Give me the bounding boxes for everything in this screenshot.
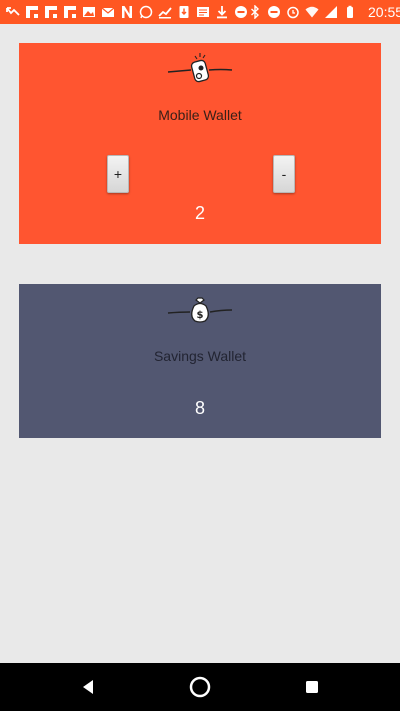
alarm-icon	[286, 5, 300, 19]
notification-icons	[6, 5, 248, 19]
do-not-disturb-icon	[267, 5, 281, 19]
savings-wallet-card: $ Savings Wallet 8	[19, 284, 381, 438]
missed-call-icon	[6, 5, 20, 19]
do-not-disturb-icon	[234, 5, 248, 19]
whatsapp-icon	[139, 5, 153, 19]
wallet-amount: 8	[194, 398, 205, 418]
home-icon[interactable]	[188, 675, 212, 699]
status-bar: 20:55	[0, 0, 400, 24]
mail-icon	[101, 5, 115, 19]
flipboard-icon	[25, 5, 39, 19]
back-icon[interactable]	[76, 675, 100, 699]
wifi-icon	[305, 5, 319, 19]
battery-icon	[343, 5, 357, 19]
clock: 20:55	[368, 4, 400, 20]
system-icons: 20:55	[248, 4, 400, 20]
increment-button[interactable]: +	[107, 155, 129, 193]
flying-wallet-icon	[19, 49, 381, 83]
wallet-title: Savings Wallet	[153, 348, 247, 364]
download-icon	[215, 5, 229, 19]
navigation-bar	[0, 663, 400, 711]
wallet-title: Mobile Wallet	[158, 107, 242, 123]
trend-icon	[158, 5, 172, 19]
decrement-button[interactable]: -	[273, 155, 295, 193]
flying-money-bag-icon: $	[19, 290, 381, 324]
photos-icon	[82, 5, 96, 19]
svg-text:$: $	[197, 310, 204, 321]
flipboard-icon	[44, 5, 58, 19]
signal-icon	[324, 5, 338, 19]
bluetooth-icon	[248, 5, 262, 19]
flipboard-icon	[63, 5, 77, 19]
sim-download-icon	[177, 5, 191, 19]
wallet-amount: 2	[194, 203, 205, 223]
news-icon	[196, 5, 210, 19]
netflix-icon	[120, 5, 134, 19]
recents-icon[interactable]	[300, 675, 324, 699]
mobile-wallet-card: Mobile Wallet + - 2	[19, 43, 381, 244]
